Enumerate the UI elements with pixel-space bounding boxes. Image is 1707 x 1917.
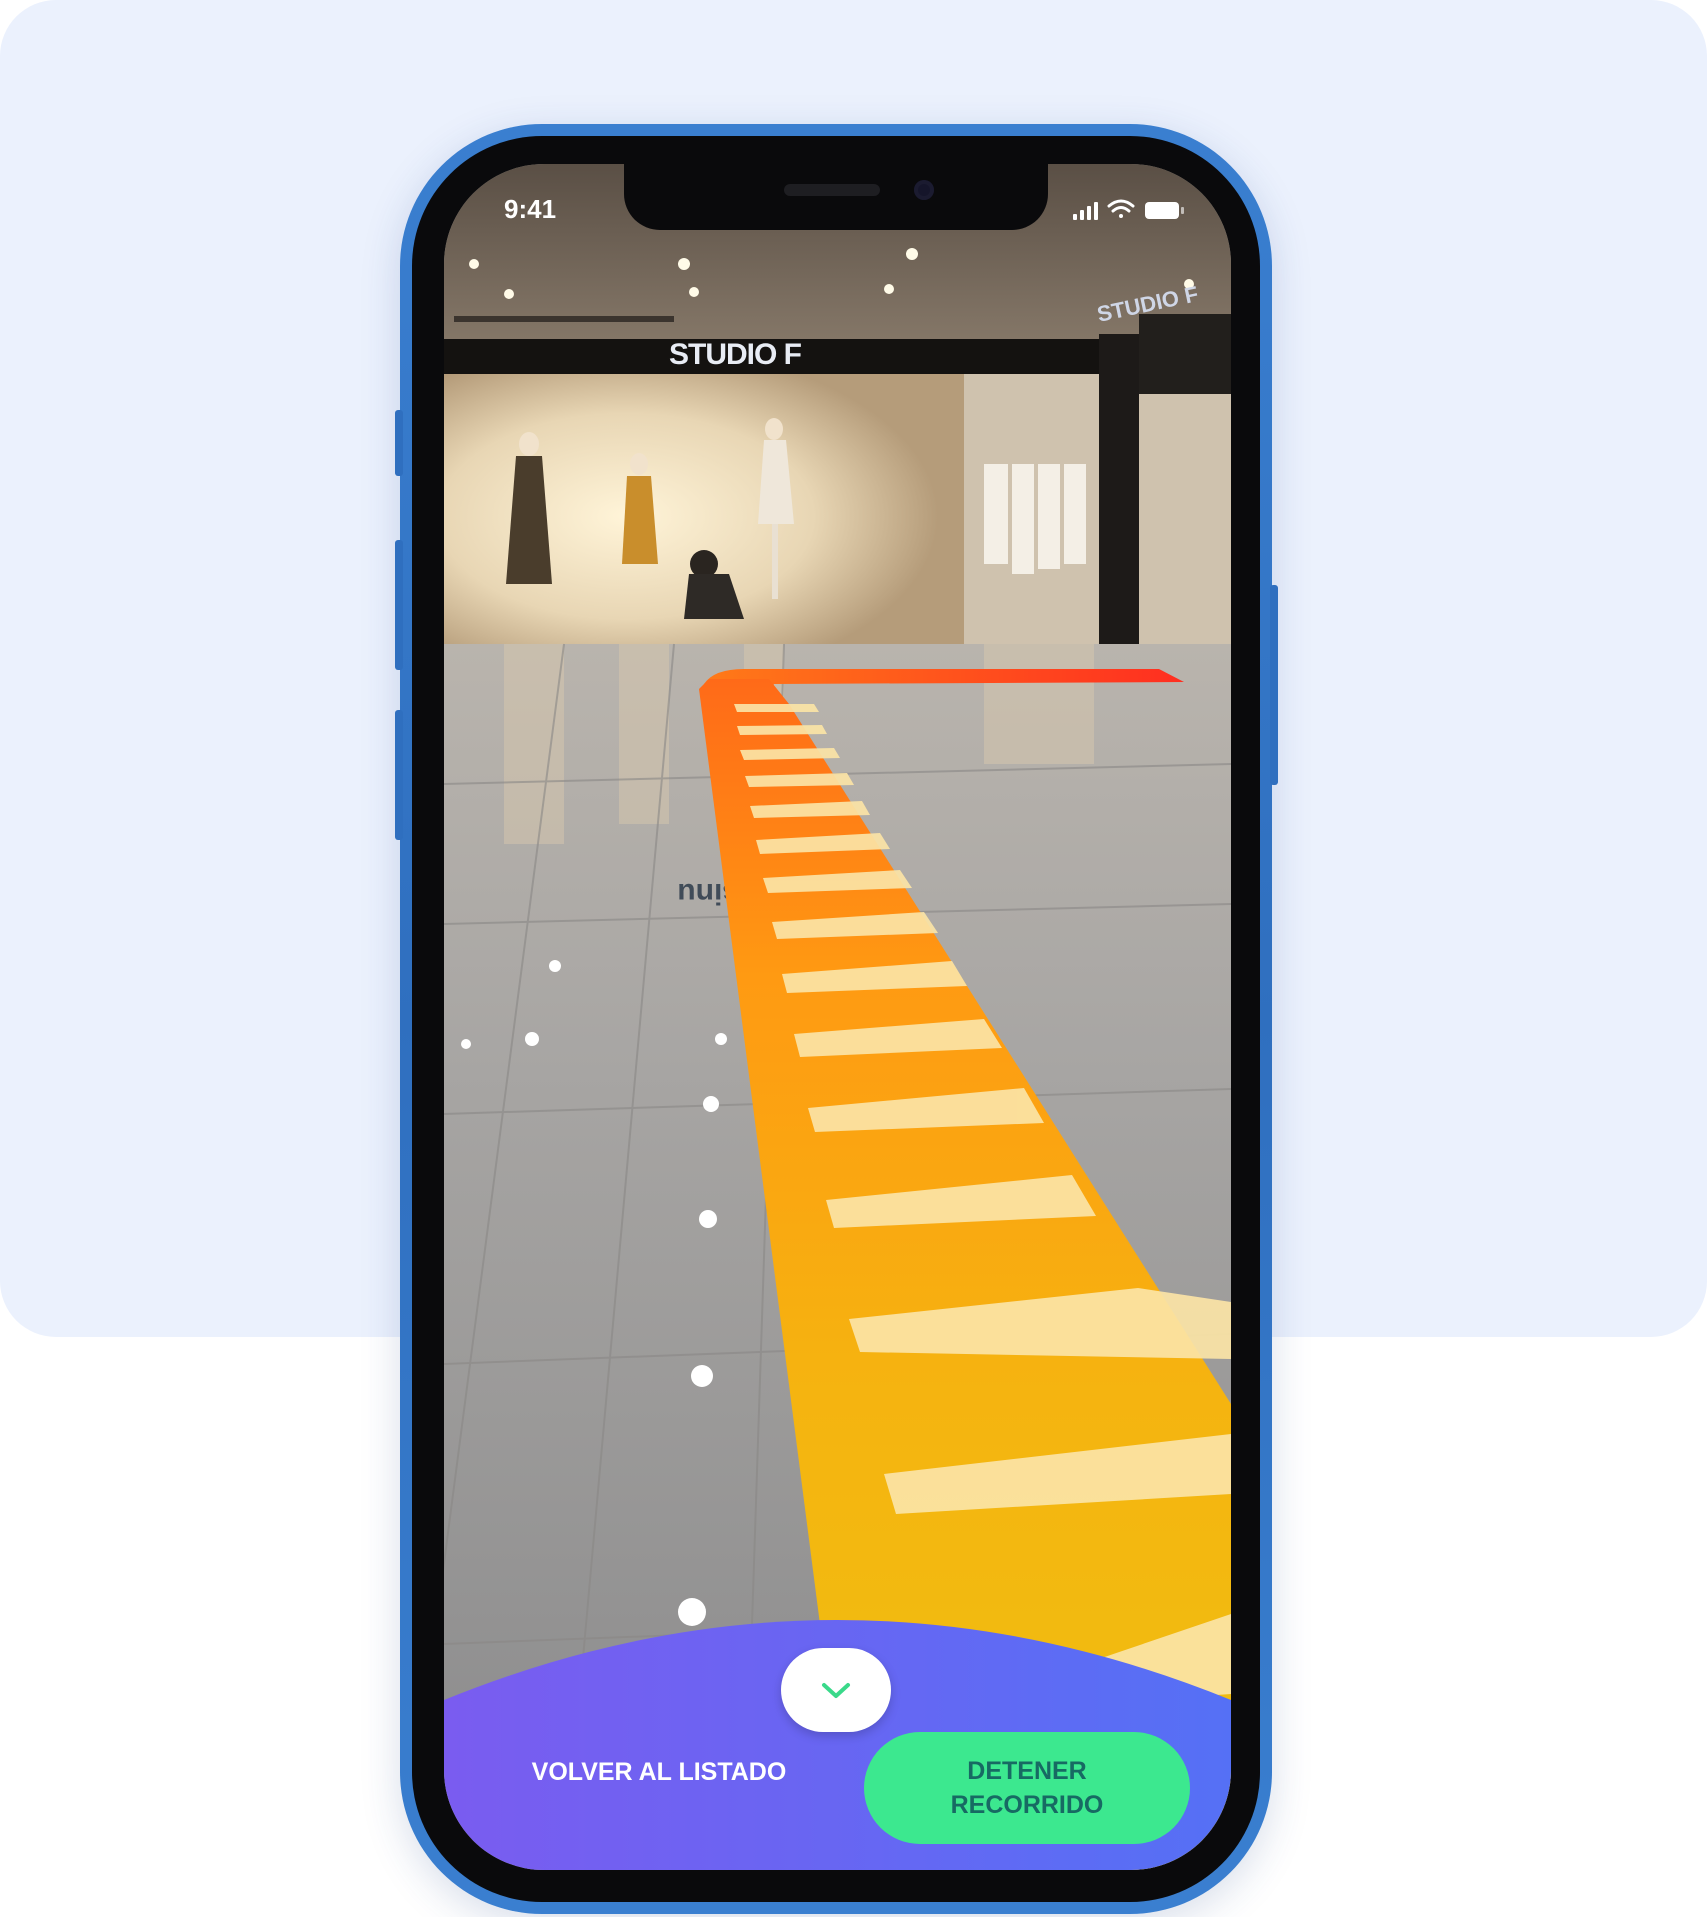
status-time: 9:41 [504,194,557,224]
chevron-down-icon [822,1683,850,1698]
collapse-panel-button[interactable] [781,1648,891,1732]
camera-notch [624,164,1048,230]
ceiling-light [504,289,514,299]
stop-route-button[interactable]: DETENER RECORRIDO [864,1732,1190,1844]
store-sign: STUDIO F [669,338,802,371]
back-to-list-link[interactable]: VOLVER AL LISTADO [524,1758,794,1798]
power-button [1270,585,1278,785]
volume-down-button [395,710,403,840]
ceiling-light [678,258,690,270]
store-pillar [1099,334,1139,684]
stop-route-label-line1: DETENER [967,1757,1087,1785]
cellular-signal-icon [1073,202,1098,220]
ceiling-light [469,259,479,269]
ceiling-light [884,284,894,294]
battery-icon [1145,202,1184,219]
volume-up-button [395,540,403,670]
front-camera [914,180,934,200]
ceiling-light [689,287,699,297]
phone-screen: STUDIO F STUDIO F sinu 9:41 VOLVER AL LI… [444,164,1231,1870]
ceiling-vent [454,316,674,322]
status-icons [1073,199,1184,220]
earpiece-speaker [784,184,880,196]
wifi-icon [1107,199,1135,218]
stop-route-label-line2: RECORRIDO [950,1791,1104,1819]
store-right-dark [1139,314,1231,394]
silent-switch [395,410,403,476]
ceiling-light [906,248,918,260]
